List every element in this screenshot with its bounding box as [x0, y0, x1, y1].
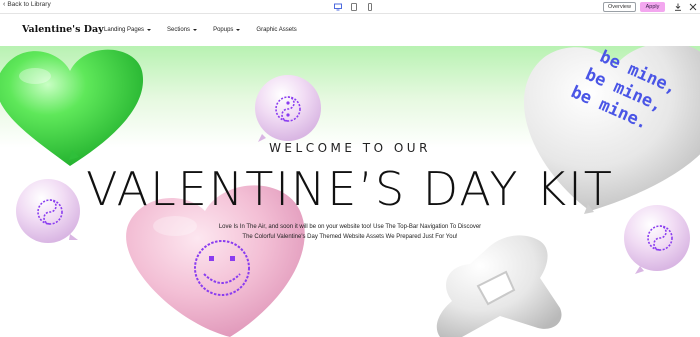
site-navigation: Valentine's Day Landing Pages Sections P…: [0, 15, 700, 46]
desktop-icon[interactable]: [333, 2, 342, 11]
nav-item-landing-pages[interactable]: Landing Pages: [104, 27, 152, 33]
device-switcher: [333, 2, 374, 11]
nav-item-popups[interactable]: Popups: [213, 27, 241, 33]
back-label: Back to Library: [7, 1, 51, 8]
round-balloon-top: [255, 75, 321, 142]
nav-label: Sections: [167, 27, 191, 33]
back-to-library-link[interactable]: ‹ Back to Library: [3, 1, 51, 8]
nav-label: Landing Pages: [104, 27, 145, 33]
caret-down-icon: [236, 29, 241, 31]
nav-label: Graphic Assets: [256, 27, 297, 33]
chevron-left-icon: ‹: [3, 1, 6, 8]
editor-toolbar: ‹ Back to Library Overview Apply: [0, 0, 700, 14]
hero-section: be mine, be mine, be mine. WELCOME TO OU…: [0, 46, 700, 337]
caret-down-icon: [147, 29, 152, 31]
silver-star-balloon: [436, 235, 562, 337]
mobile-icon[interactable]: [365, 2, 374, 11]
site-logo[interactable]: Valentine's Day: [22, 24, 104, 35]
overview-button[interactable]: Overview: [603, 2, 636, 12]
main-menu: Landing Pages Sections Popups Graphic As…: [104, 27, 313, 33]
download-icon[interactable]: [673, 2, 682, 11]
nav-label: Popups: [213, 27, 234, 33]
caret-down-icon: [193, 29, 198, 31]
apply-button[interactable]: Apply: [640, 2, 665, 12]
nav-item-graphic-assets[interactable]: Graphic Assets: [256, 27, 296, 33]
tablet-icon[interactable]: [349, 2, 358, 11]
close-icon[interactable]: [688, 2, 697, 11]
hero-title: VALENTINE’S DAY KIT: [86, 162, 614, 216]
hero-eyebrow: WELCOME TO OUR: [269, 141, 431, 155]
nav-item-sections[interactable]: Sections: [167, 27, 198, 33]
hero-intro: Love Is In The Air, and soon it will be …: [218, 224, 482, 240]
